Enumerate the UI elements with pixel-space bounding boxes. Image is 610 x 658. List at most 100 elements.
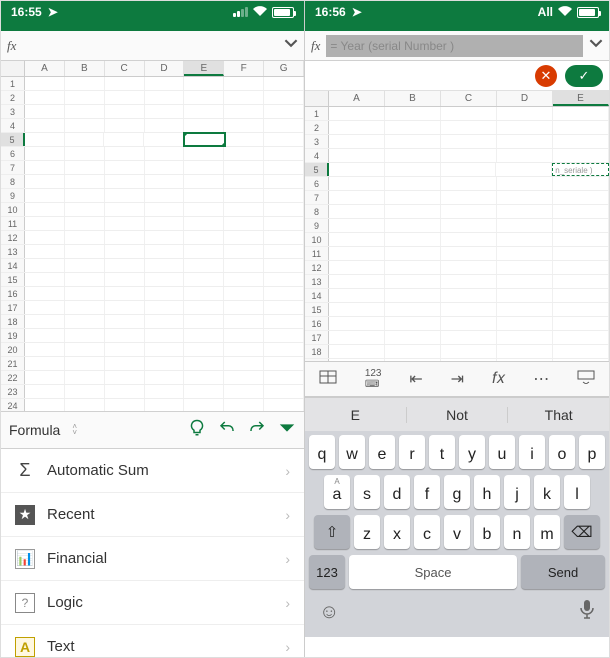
cell[interactable] bbox=[264, 175, 304, 188]
cell[interactable] bbox=[25, 133, 65, 146]
row-header[interactable]: 16 bbox=[1, 287, 25, 300]
formula-bar[interactable]: fx = Year (serial Number ) bbox=[305, 31, 609, 61]
cell[interactable] bbox=[224, 161, 264, 174]
cell[interactable] bbox=[441, 177, 497, 190]
key-l[interactable]: l bbox=[564, 475, 590, 509]
row-header[interactable]: 7 bbox=[1, 161, 25, 174]
cell[interactable] bbox=[25, 217, 65, 230]
cell[interactable] bbox=[145, 273, 185, 286]
cell[interactable] bbox=[224, 329, 264, 342]
category-item[interactable]: AText› bbox=[1, 625, 304, 657]
cell[interactable] bbox=[441, 233, 497, 246]
category-item[interactable]: 📊Financial› bbox=[1, 537, 304, 581]
cell[interactable] bbox=[553, 121, 609, 134]
col-header[interactable]: C bbox=[105, 61, 145, 76]
cell[interactable] bbox=[65, 343, 105, 356]
cell[interactable] bbox=[65, 147, 105, 160]
row-header[interactable]: 23 bbox=[1, 385, 25, 398]
confirm-button[interactable]: ✓ bbox=[565, 65, 603, 87]
row-header[interactable]: 2 bbox=[1, 91, 25, 104]
cell[interactable] bbox=[553, 177, 609, 190]
cell[interactable] bbox=[145, 315, 185, 328]
cell[interactable] bbox=[385, 275, 441, 288]
cell[interactable] bbox=[224, 175, 264, 188]
cell[interactable] bbox=[145, 189, 185, 202]
cell[interactable] bbox=[329, 345, 385, 358]
cell[interactable] bbox=[105, 119, 145, 132]
key-n[interactable]: n bbox=[504, 515, 530, 549]
cell[interactable] bbox=[264, 357, 304, 370]
cancel-button[interactable]: ✕ bbox=[535, 65, 557, 87]
cell[interactable]: n_seriale ) bbox=[552, 163, 609, 176]
cell[interactable] bbox=[264, 77, 304, 90]
cell[interactable] bbox=[184, 91, 224, 104]
ribbon-tab-label[interactable]: Formula bbox=[9, 422, 60, 438]
cell[interactable] bbox=[264, 329, 304, 342]
cell[interactable] bbox=[65, 133, 105, 146]
cell[interactable] bbox=[497, 233, 553, 246]
cell[interactable] bbox=[65, 259, 105, 272]
category-item[interactable]: ★Recent› bbox=[1, 493, 304, 537]
cell[interactable] bbox=[497, 191, 553, 204]
row-header[interactable]: 5 bbox=[1, 133, 25, 146]
cell[interactable] bbox=[184, 245, 224, 258]
cell[interactable] bbox=[184, 301, 224, 314]
formula-bar[interactable]: fx bbox=[1, 31, 304, 61]
cell[interactable] bbox=[264, 91, 304, 104]
cell[interactable] bbox=[184, 217, 224, 230]
cell[interactable] bbox=[105, 273, 145, 286]
cell[interactable] bbox=[385, 149, 441, 162]
spreadsheet-grid[interactable]: ABCDEFG123456789101112131415161718192021… bbox=[1, 61, 304, 411]
row-header[interactable]: 15 bbox=[305, 303, 329, 316]
cell[interactable] bbox=[385, 177, 441, 190]
key-p[interactable]: p bbox=[579, 435, 605, 469]
row-header[interactable]: 15 bbox=[1, 273, 25, 286]
key-y[interactable]: y bbox=[459, 435, 485, 469]
col-header[interactable]: C bbox=[441, 91, 497, 106]
cell[interactable] bbox=[25, 315, 65, 328]
cell[interactable] bbox=[105, 385, 145, 398]
cell[interactable] bbox=[264, 189, 304, 202]
spreadsheet-grid[interactable]: ABCDE12345n_seriale )6789101112131415161… bbox=[305, 91, 609, 361]
cell[interactable] bbox=[441, 219, 497, 232]
cell[interactable] bbox=[329, 219, 385, 232]
cell[interactable] bbox=[184, 329, 224, 342]
cell[interactable] bbox=[145, 175, 185, 188]
cell[interactable] bbox=[441, 359, 497, 361]
cell[interactable] bbox=[25, 371, 65, 384]
suggestion[interactable]: Not bbox=[407, 407, 509, 423]
cell[interactable] bbox=[184, 231, 224, 244]
key-o[interactable]: o bbox=[549, 435, 575, 469]
cell[interactable] bbox=[25, 77, 65, 90]
cell[interactable] bbox=[329, 261, 385, 274]
next-field-icon[interactable]: ⇥ bbox=[451, 369, 464, 389]
row-header[interactable]: 9 bbox=[305, 219, 329, 232]
cell[interactable] bbox=[105, 371, 145, 384]
key-c[interactable]: c bbox=[414, 515, 440, 549]
key-a[interactable]: Aa bbox=[324, 475, 350, 509]
cell[interactable] bbox=[145, 287, 185, 300]
cell[interactable] bbox=[264, 273, 304, 286]
cell[interactable] bbox=[264, 399, 304, 411]
cell[interactable] bbox=[25, 329, 65, 342]
cell[interactable] bbox=[329, 359, 385, 361]
cell[interactable] bbox=[65, 287, 105, 300]
cell[interactable] bbox=[224, 77, 264, 90]
cell[interactable] bbox=[224, 105, 264, 118]
cell[interactable] bbox=[385, 219, 441, 232]
col-header[interactable]: F bbox=[224, 61, 264, 76]
cell[interactable] bbox=[224, 273, 264, 286]
cell[interactable] bbox=[224, 385, 264, 398]
table-icon[interactable] bbox=[319, 370, 337, 389]
col-header[interactable]: D bbox=[497, 91, 553, 106]
cell[interactable] bbox=[105, 231, 145, 244]
cell[interactable] bbox=[65, 357, 105, 370]
row-header[interactable]: 7 bbox=[305, 191, 329, 204]
cell[interactable] bbox=[105, 189, 145, 202]
cell[interactable] bbox=[553, 289, 609, 302]
row-header[interactable]: 11 bbox=[1, 217, 25, 230]
row-header[interactable]: 13 bbox=[1, 245, 25, 258]
cell[interactable] bbox=[224, 217, 264, 230]
cell[interactable] bbox=[385, 135, 441, 148]
cell[interactable] bbox=[264, 119, 304, 132]
